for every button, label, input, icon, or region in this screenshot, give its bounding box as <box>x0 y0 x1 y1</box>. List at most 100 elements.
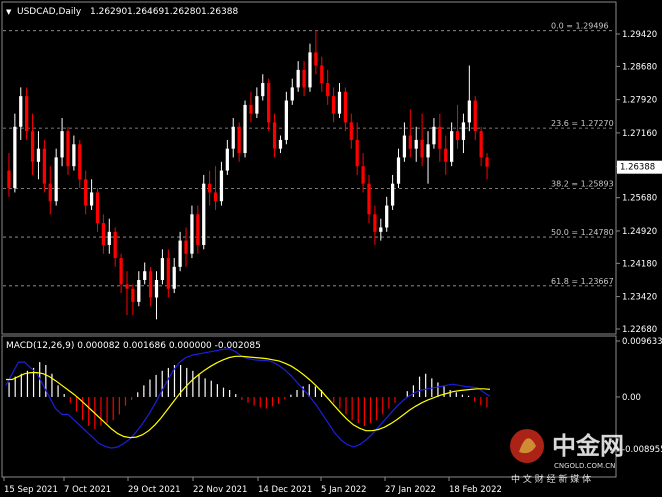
time-tick-label: 22 Nov 2021 <box>193 485 247 495</box>
candle-body <box>444 148 448 162</box>
candle-body <box>284 100 288 140</box>
candle-body <box>243 104 247 154</box>
chart-background <box>0 0 662 497</box>
price-tick-label: 1.24920 <box>622 227 657 237</box>
candle-body <box>7 170 11 189</box>
candle-body <box>119 258 123 285</box>
candle-body <box>166 258 170 289</box>
candle-body <box>196 214 200 245</box>
candle-body <box>208 183 212 193</box>
price-chart[interactable]: 0.0 = 1.29496 23.6 = 1.27270 38.2 = 1.2589… <box>0 0 662 497</box>
candle-body <box>84 179 88 206</box>
fib-label: 61.8 = 1.23667 <box>551 277 614 286</box>
candle-body <box>231 126 235 149</box>
candle-body <box>154 279 159 298</box>
candle-body <box>308 52 312 88</box>
candle-body <box>172 266 176 289</box>
candle-body <box>379 227 383 232</box>
current-price-tag: 1.26388 <box>617 160 662 174</box>
price-tick-label: 1.24180 <box>622 259 657 269</box>
candle-body <box>467 100 471 123</box>
candle-body <box>95 192 100 224</box>
candle-body <box>355 139 359 167</box>
candle-body <box>302 69 306 88</box>
price-tick-label: 1.29420 <box>622 30 657 40</box>
price-tick-label: 1.22680 <box>622 325 657 335</box>
time-tick-label: 7 Oct 2021 <box>64 485 111 495</box>
candle-body <box>131 288 135 302</box>
candle-body <box>450 131 454 162</box>
candle-body <box>455 131 460 140</box>
candle-body <box>331 96 336 114</box>
chart-menu-glyph[interactable]: ▼ <box>6 8 12 16</box>
candle-body <box>367 183 371 215</box>
candle-body <box>143 271 147 280</box>
price-tick-label: 1.27160 <box>622 129 657 139</box>
candle-body <box>390 183 395 206</box>
candle-body <box>373 214 377 232</box>
candle-body <box>13 126 17 189</box>
candle-body <box>202 183 206 245</box>
price-tick-label: 1.23420 <box>622 293 657 303</box>
candle-body <box>137 279 141 302</box>
candle-body <box>290 87 294 101</box>
candle-body <box>278 139 283 149</box>
candle-body <box>361 166 365 184</box>
price-tick-label: 1.27920 <box>622 96 657 106</box>
macd-tick-label: 0.00 <box>622 393 641 403</box>
ohlc-open: 1.26290 <box>90 7 127 17</box>
candle-body <box>178 240 182 267</box>
candle-body <box>438 126 442 149</box>
price-tick-label: 1.25680 <box>622 194 657 204</box>
macd-tick-label: -0.008955 <box>622 445 662 455</box>
candle-body <box>190 214 194 254</box>
candle-body <box>184 240 188 254</box>
candle-body <box>148 271 153 298</box>
macd-title: MACD(12,26,9) 0.000082 0.001686 0.000000… <box>6 341 261 351</box>
candle-body <box>25 96 29 132</box>
time-tick-label: 14 Dec 2021 <box>258 485 312 495</box>
candle-body <box>432 126 436 145</box>
watermark-brand: 中金网 <box>552 432 624 460</box>
ohlc-low: 1.26280 <box>164 7 201 17</box>
candle-body <box>255 96 259 114</box>
candle-body <box>261 83 265 97</box>
candle-body <box>30 131 35 162</box>
candle-body <box>461 122 466 140</box>
time-tick-label: 27 Jan 2022 <box>385 485 436 495</box>
candle-body <box>101 223 106 245</box>
candle-body <box>267 83 271 123</box>
candle-body <box>36 148 41 162</box>
candle-body <box>420 139 424 158</box>
candle-body <box>314 52 318 66</box>
candle-body <box>408 135 412 149</box>
candle-body <box>66 131 70 167</box>
candle-body <box>72 144 76 167</box>
fib-label: 0.0 = 1.29496 <box>551 22 609 31</box>
candle-body <box>326 83 330 97</box>
candle-body <box>485 157 489 167</box>
candle-body <box>479 131 483 158</box>
time-tick-label: 29 Oct 2021 <box>128 485 181 495</box>
candle-body <box>426 144 430 158</box>
ohlc-high: 1.26469 <box>127 7 164 17</box>
candle-body <box>320 65 324 84</box>
candle-body <box>89 192 94 206</box>
candle-body <box>272 122 277 149</box>
candle-body <box>48 183 52 202</box>
macd-tick-label: 0.009633 <box>622 337 662 347</box>
candle-body <box>42 148 46 184</box>
watermark-domain: CNGOLD.COM.CN <box>554 462 615 470</box>
time-tick-label: 18 Feb 2022 <box>449 485 502 495</box>
candle-body <box>237 126 241 154</box>
candle <box>243 100 247 158</box>
candle-body <box>125 284 129 289</box>
candle <box>202 174 206 250</box>
candle-body <box>213 192 218 202</box>
candle-body <box>78 144 82 180</box>
candle-body <box>107 231 111 245</box>
candle-body <box>473 100 477 132</box>
candle-body <box>337 91 342 114</box>
candle-body <box>385 205 389 228</box>
candle-body <box>249 104 253 114</box>
